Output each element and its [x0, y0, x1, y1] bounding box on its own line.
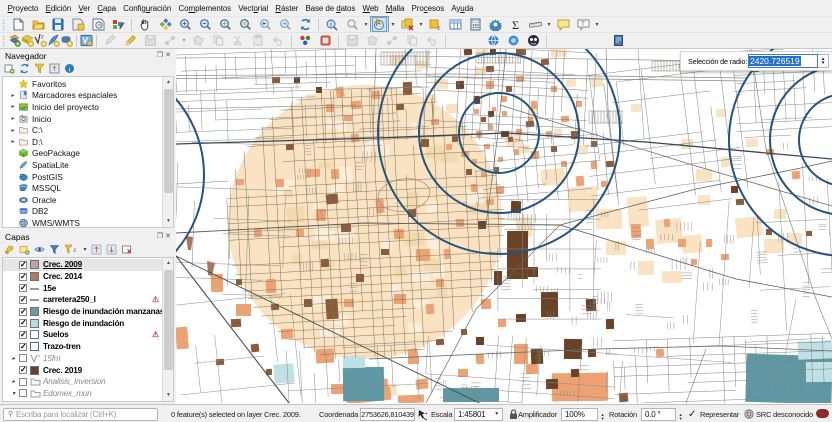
- svg-text:ε: ε: [74, 246, 77, 254]
- svg-text:DB2: DB2: [20, 209, 28, 214]
- svg-text:i: i: [69, 65, 71, 73]
- svg-text:i: i: [330, 21, 332, 29]
- svg-text:T: T: [581, 22, 585, 28]
- svg-text:Σ: Σ: [512, 18, 519, 31]
- svg-text:ε: ε: [437, 23, 441, 31]
